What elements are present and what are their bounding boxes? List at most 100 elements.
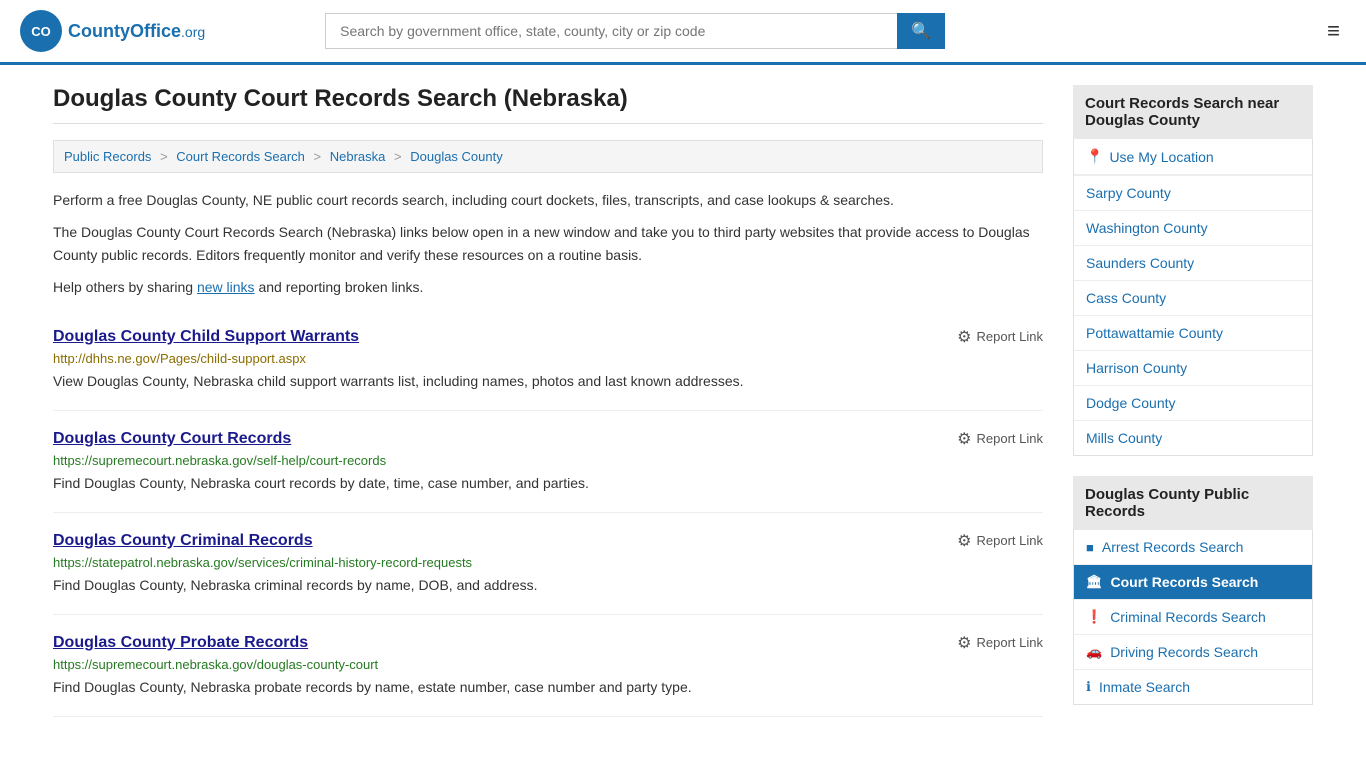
sidebar-public-records-section: Douglas County Public Records ■ Arrest R… xyxy=(1073,476,1313,705)
report-link-label-2: Report Link xyxy=(977,431,1043,446)
report-link-label-4: Report Link xyxy=(977,635,1043,650)
sidebar-public-records-list: ■ Arrest Records Search 🏛 Court Records … xyxy=(1073,530,1313,705)
sidebar-nearby-list: 📍 Use My Location Sarpy County Washingto… xyxy=(1073,139,1313,456)
sidebar-item-criminal-records[interactable]: ❗ Criminal Records Search xyxy=(1074,600,1312,635)
breadcrumb: Public Records > Court Records Search > … xyxy=(53,140,1043,173)
mills-county-link[interactable]: Mills County xyxy=(1074,421,1312,455)
driving-records-link[interactable]: 🚗 Driving Records Search xyxy=(1074,635,1312,669)
menu-button[interactable]: ≡ xyxy=(1321,12,1346,50)
result-desc-2: Find Douglas County, Nebraska court reco… xyxy=(53,473,1043,494)
sarpy-county-link[interactable]: Sarpy County xyxy=(1074,176,1312,210)
criminal-records-icon: ❗ xyxy=(1086,609,1102,625)
sidebar-item-dodge[interactable]: Dodge County xyxy=(1074,386,1312,421)
washington-county-link[interactable]: Washington County xyxy=(1074,211,1312,245)
use-location-link[interactable]: 📍 Use My Location xyxy=(1074,139,1312,175)
result-header-1: Douglas County Child Support Warrants ⚙ … xyxy=(53,327,1043,347)
sidebar-item-washington[interactable]: Washington County xyxy=(1074,211,1312,246)
dodge-county-link[interactable]: Dodge County xyxy=(1074,386,1312,420)
intro-paragraph-1: Perform a free Douglas County, NE public… xyxy=(53,189,1043,211)
breadcrumb-sep-1: > xyxy=(160,149,168,164)
intro-paragraph-2: The Douglas County Court Records Search … xyxy=(53,221,1043,266)
location-pin-icon: 📍 xyxy=(1086,148,1103,165)
search-input[interactable] xyxy=(325,13,897,49)
sidebar-item-pottawattamie[interactable]: Pottawattamie County xyxy=(1074,316,1312,351)
page-title: Douglas County Court Records Search (Neb… xyxy=(53,85,1043,124)
breadcrumb-public-records[interactable]: Public Records xyxy=(64,149,151,164)
sidebar-use-location[interactable]: 📍 Use My Location xyxy=(1074,139,1312,176)
result-title-4[interactable]: Douglas County Probate Records xyxy=(53,634,308,652)
result-url-3[interactable]: https://statepatrol.nebraska.gov/service… xyxy=(53,555,1043,570)
sidebar-item-mills[interactable]: Mills County xyxy=(1074,421,1312,455)
court-records-icon: 🏛 xyxy=(1086,574,1103,590)
breadcrumb-douglas-county[interactable]: Douglas County xyxy=(410,149,503,164)
driving-records-label: Driving Records Search xyxy=(1110,644,1258,660)
result-card-3: Douglas County Criminal Records ⚙ Report… xyxy=(53,513,1043,615)
search-button[interactable]: 🔍 xyxy=(897,13,945,49)
report-link-label-3: Report Link xyxy=(977,533,1043,548)
sidebar: Court Records Search near Douglas County… xyxy=(1073,85,1313,725)
sidebar-public-records-heading: Douglas County Public Records xyxy=(1073,476,1313,530)
inmate-search-link[interactable]: ℹ Inmate Search xyxy=(1074,670,1312,704)
result-header-4: Douglas County Probate Records ⚙ Report … xyxy=(53,633,1043,653)
use-location-label: Use My Location xyxy=(1109,149,1213,165)
result-desc-3: Find Douglas County, Nebraska criminal r… xyxy=(53,575,1043,596)
report-link-btn-4[interactable]: ⚙ Report Link xyxy=(957,633,1043,653)
content-area: Douglas County Court Records Search (Neb… xyxy=(53,85,1043,725)
sidebar-item-saunders[interactable]: Saunders County xyxy=(1074,246,1312,281)
cass-county-link[interactable]: Cass County xyxy=(1074,281,1312,315)
sidebar-item-harrison[interactable]: Harrison County xyxy=(1074,351,1312,386)
harrison-county-link[interactable]: Harrison County xyxy=(1074,351,1312,385)
report-icon-3: ⚙ xyxy=(957,531,971,551)
court-records-label: Court Records Search xyxy=(1111,574,1259,590)
result-desc-4: Find Douglas County, Nebraska probate re… xyxy=(53,677,1043,698)
sidebar-item-driving-records[interactable]: 🚗 Driving Records Search xyxy=(1074,635,1312,670)
result-title-2[interactable]: Douglas County Court Records xyxy=(53,430,291,448)
sidebar-item-sarpy[interactable]: Sarpy County xyxy=(1074,176,1312,211)
court-records-link[interactable]: 🏛 Court Records Search xyxy=(1074,565,1312,599)
arrest-records-link[interactable]: ■ Arrest Records Search xyxy=(1074,530,1312,564)
result-url-2[interactable]: https://supremecourt.nebraska.gov/self-h… xyxy=(53,453,1043,468)
report-link-btn-2[interactable]: ⚙ Report Link xyxy=(957,429,1043,449)
inmate-search-label: Inmate Search xyxy=(1099,679,1190,695)
site-header: CO CountyOffice.org 🔍 ≡ xyxy=(0,0,1366,65)
result-url-1[interactable]: http://dhhs.ne.gov/Pages/child-support.a… xyxy=(53,351,1043,366)
breadcrumb-nebraska[interactable]: Nebraska xyxy=(330,149,386,164)
breadcrumb-court-records-search[interactable]: Court Records Search xyxy=(176,149,305,164)
result-card-1: Douglas County Child Support Warrants ⚙ … xyxy=(53,309,1043,411)
result-desc-1: View Douglas County, Nebraska child supp… xyxy=(53,371,1043,392)
main-container: Douglas County Court Records Search (Neb… xyxy=(33,65,1333,745)
report-link-label-1: Report Link xyxy=(977,329,1043,344)
intro-prefix: Help others by sharing xyxy=(53,279,197,295)
report-icon-1: ⚙ xyxy=(957,327,971,347)
site-logo[interactable]: CO CountyOffice.org xyxy=(20,10,205,52)
driving-records-icon: 🚗 xyxy=(1086,644,1102,660)
inmate-search-icon: ℹ xyxy=(1086,679,1091,695)
sidebar-nearby-section: Court Records Search near Douglas County… xyxy=(1073,85,1313,456)
criminal-records-link[interactable]: ❗ Criminal Records Search xyxy=(1074,600,1312,634)
result-title-1[interactable]: Douglas County Child Support Warrants xyxy=(53,328,359,346)
arrest-records-label: Arrest Records Search xyxy=(1102,539,1244,555)
result-url-4[interactable]: https://supremecourt.nebraska.gov/dougla… xyxy=(53,657,1043,672)
result-header-2: Douglas County Court Records ⚙ Report Li… xyxy=(53,429,1043,449)
result-title-3[interactable]: Douglas County Criminal Records xyxy=(53,532,313,550)
result-header-3: Douglas County Criminal Records ⚙ Report… xyxy=(53,531,1043,551)
sidebar-item-cass[interactable]: Cass County xyxy=(1074,281,1312,316)
logo-text: CountyOffice.org xyxy=(68,21,205,42)
logo-icon: CO xyxy=(20,10,62,52)
report-link-btn-1[interactable]: ⚙ Report Link xyxy=(957,327,1043,347)
result-card-2: Douglas County Court Records ⚙ Report Li… xyxy=(53,411,1043,513)
sidebar-item-arrest-records[interactable]: ■ Arrest Records Search xyxy=(1074,530,1312,565)
sidebar-item-court-records[interactable]: 🏛 Court Records Search xyxy=(1074,565,1312,600)
saunders-county-link[interactable]: Saunders County xyxy=(1074,246,1312,280)
criminal-records-label: Criminal Records Search xyxy=(1110,609,1266,625)
sidebar-item-inmate-search[interactable]: ℹ Inmate Search xyxy=(1074,670,1312,704)
breadcrumb-sep-3: > xyxy=(394,149,402,164)
pottawattamie-county-link[interactable]: Pottawattamie County xyxy=(1074,316,1312,350)
report-icon-4: ⚙ xyxy=(957,633,971,653)
report-link-btn-3[interactable]: ⚙ Report Link xyxy=(957,531,1043,551)
sidebar-nearby-heading: Court Records Search near Douglas County xyxy=(1073,85,1313,139)
header-right: ≡ xyxy=(1321,12,1346,50)
new-links-link[interactable]: new links xyxy=(197,279,255,295)
search-bar: 🔍 xyxy=(325,13,945,49)
svg-text:CO: CO xyxy=(31,24,51,39)
